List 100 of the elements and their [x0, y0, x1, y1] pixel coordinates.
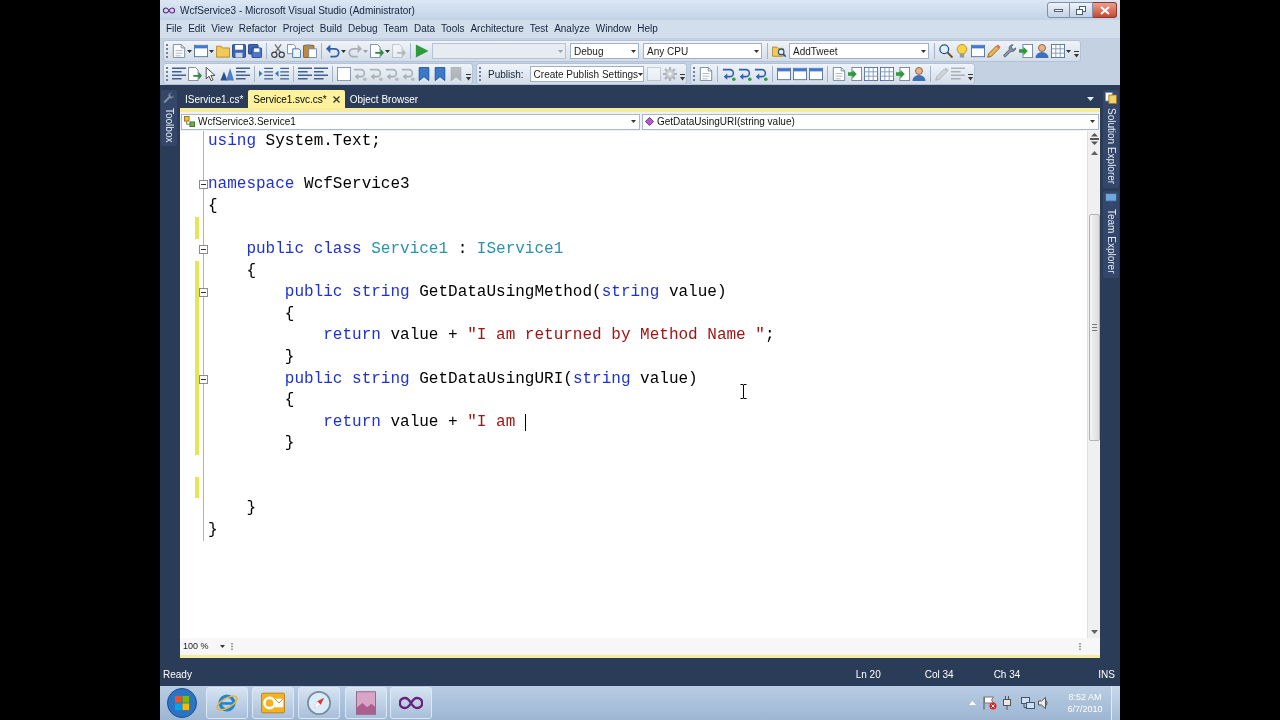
grid-icon [1051, 44, 1065, 58]
grid-icon [863, 67, 878, 81]
toolbar-button[interactable] [171, 65, 187, 83]
dropdown[interactable]: WcfService3.Service1 [181, 113, 640, 130]
step-arrow-icon [737, 67, 752, 81]
close-icon[interactable] [332, 95, 340, 103]
collapse-icon[interactable] [199, 180, 208, 190]
clock-date: 6/7/2010 [1067, 703, 1103, 715]
menu-item[interactable]: Tools [441, 23, 465, 35]
menu-item[interactable]: File [166, 23, 183, 35]
menu-item[interactable]: Help [637, 23, 658, 35]
down-arrow-icon [1090, 630, 1098, 634]
vertical-scrollbar[interactable] [1087, 131, 1100, 638]
toolbar-button[interactable] [193, 42, 215, 60]
tab[interactable]: Object Browser [344, 90, 424, 108]
taskbar-button[interactable] [390, 687, 432, 719]
toolbar-button[interactable] [432, 65, 448, 83]
toolbar-button[interactable] [369, 42, 391, 60]
scrollbar-thumb[interactable] [1088, 214, 1100, 441]
menu-item[interactable]: Edit [188, 23, 206, 35]
arrow-box-icon [895, 67, 910, 81]
dropdown[interactable]: GetDataUsingURI(string value) [642, 113, 1099, 130]
diamond-icon [645, 117, 654, 126]
toolbar-button[interactable] [286, 42, 302, 60]
collapse-icon[interactable] [199, 374, 208, 384]
toolbar-button[interactable] [791, 65, 808, 83]
insert-mode-indicator: INS [1098, 667, 1115, 682]
toolbar-button[interactable] [313, 65, 329, 83]
side-panel-tab[interactable]: Team Explorer [1103, 191, 1119, 278]
pencil-icon [934, 67, 949, 81]
toolbar-grip[interactable] [692, 66, 695, 82]
caret-icon [1087, 97, 1094, 101]
side-panel-tab[interactable]: Toolbox [161, 90, 177, 147]
dropdown[interactable]: Debug [570, 43, 639, 59]
linked-boxes-icon [184, 116, 195, 127]
minimize-button[interactable] [1047, 2, 1070, 18]
pencil-icon [987, 44, 1001, 58]
toolbar-button[interactable] [807, 65, 824, 83]
zoom-dropdown[interactable]: 100 % [182, 639, 228, 654]
menu-item[interactable]: Refactor [238, 23, 277, 35]
toolbar-button[interactable] [938, 42, 954, 60]
menu-item[interactable]: Build [319, 23, 343, 35]
toolbar-button[interactable] [270, 42, 286, 60]
dropdown[interactable]: Any CPU [643, 43, 762, 59]
document-icon [698, 67, 713, 81]
dropdown[interactable]: AddTweet [789, 43, 929, 59]
tab[interactable]: IService1.cs* [180, 90, 249, 108]
toolbar-button[interactable] [231, 42, 247, 60]
collapse-icon[interactable] [199, 244, 208, 254]
code-line: } [246, 498, 256, 520]
toolbar-button[interactable] [1050, 42, 1072, 60]
toolbar-button[interactable] [775, 65, 792, 83]
toolbar-button[interactable] [1034, 42, 1050, 60]
toolbar-button[interactable] [1002, 42, 1018, 60]
window-icon [776, 67, 791, 81]
menu-item[interactable]: Debug [348, 23, 378, 35]
toolbar-button[interactable] [235, 65, 251, 83]
menu-item[interactable]: Architecture [470, 23, 524, 35]
menu-item[interactable]: Analyze [554, 23, 590, 35]
grip-icon [1091, 324, 1097, 331]
toolbar-button[interactable] [970, 42, 986, 60]
flag-icon[interactable] [983, 696, 997, 710]
toolbar-button[interactable] [302, 42, 318, 60]
tab[interactable]: Service1.svc.cs* [248, 90, 345, 108]
toolbar-button[interactable] [910, 65, 927, 83]
code-line: return value + "I am [323, 411, 517, 433]
code-line: { [208, 195, 218, 217]
outdent-icon [275, 67, 289, 81]
menu-item[interactable]: Test [529, 23, 549, 35]
menu-item[interactable]: Window [595, 23, 632, 35]
toolbar-button[interactable] [187, 65, 203, 83]
plug-icon[interactable] [1001, 696, 1013, 710]
collapse-icon[interactable] [199, 288, 208, 298]
toolbar-button[interactable] [878, 65, 895, 83]
close-button[interactable] [1093, 2, 1117, 18]
restore-button[interactable] [1070, 2, 1093, 18]
toolbar-button[interactable] [325, 42, 347, 60]
person-icon [911, 67, 926, 81]
taskbar-button[interactable] [345, 687, 387, 719]
speaker-icon[interactable] [1038, 697, 1048, 709]
toolbar-button[interactable] [416, 65, 432, 83]
tab-list-button[interactable] [1087, 97, 1094, 101]
cursor-arrow-icon [204, 67, 218, 81]
dropdown[interactable]: Create Publish Settings [529, 66, 644, 82]
side-panel-tab[interactable]: Solution Explorer [1103, 90, 1119, 189]
toolbar-button[interactable] [862, 65, 879, 83]
menu-item[interactable]: Team [383, 23, 408, 35]
toolbar-button[interactable] [171, 42, 193, 60]
cursor-column: Col 34 [924, 666, 954, 682]
code-line: public string GetDataUsingURI(string value) [284, 368, 698, 390]
caret-icon [363, 49, 368, 53]
clock-time: 8:52 AM [1068, 691, 1102, 703]
menu-item[interactable]: Data [413, 23, 436, 35]
menu-item[interactable]: Project [282, 23, 314, 35]
toolbar-button[interactable] [297, 65, 313, 83]
gear-icon [662, 67, 677, 81]
network-icon[interactable] [1021, 696, 1035, 710]
toolbar-button[interactable] [247, 42, 263, 60]
menu-item[interactable]: View [211, 23, 233, 35]
step-arrow-icon [385, 67, 399, 81]
